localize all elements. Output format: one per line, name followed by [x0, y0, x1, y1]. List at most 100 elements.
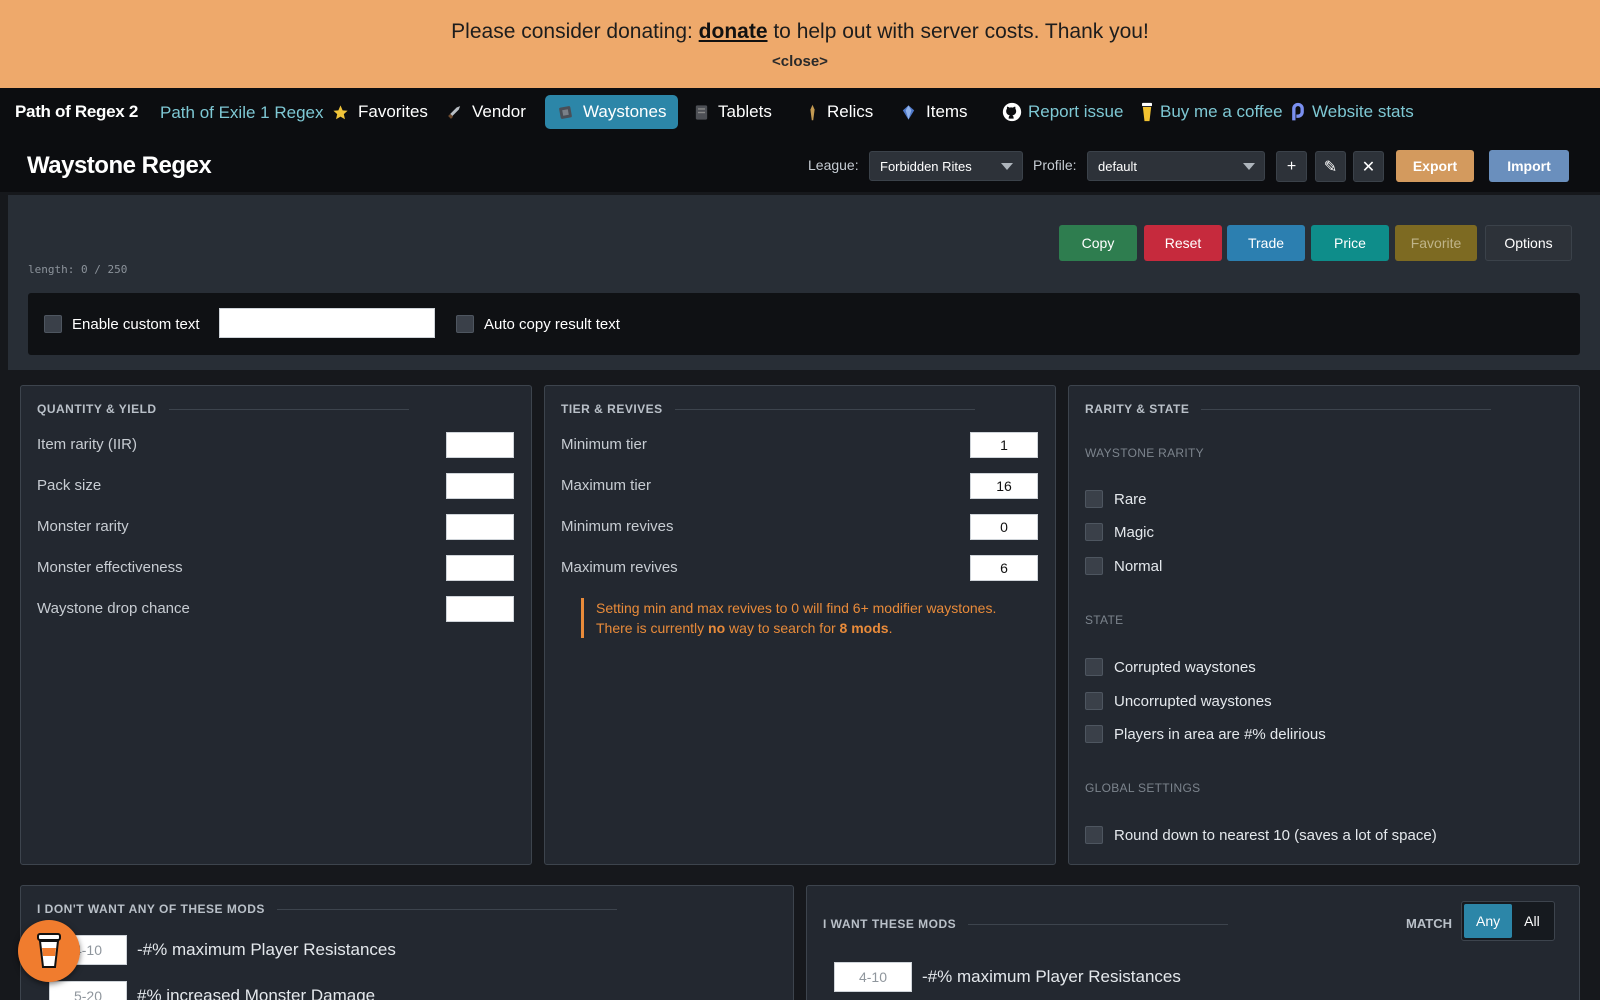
- auto-copy-checkbox[interactable]: [456, 315, 474, 333]
- edit-profile-button[interactable]: ✎: [1315, 151, 1346, 182]
- maximum-revives-input[interactable]: 6: [970, 555, 1038, 581]
- uncorrupted-checkbox[interactable]: [1085, 692, 1103, 710]
- report-issue-link[interactable]: Report issue: [1002, 102, 1123, 122]
- rarity-option-magic[interactable]: Magic: [1085, 523, 1154, 541]
- minimum-tier-input[interactable]: 1: [970, 432, 1038, 458]
- rarity-state-heading: RARITY & STATE: [1085, 402, 1190, 416]
- buy-coffee-link[interactable]: Buy me a coffee: [1140, 102, 1283, 122]
- enable-custom-text-option[interactable]: Enable custom text: [44, 315, 200, 333]
- monster-effectiveness-label: Monster effectiveness: [37, 559, 183, 576]
- close-banner-link[interactable]: <close>: [0, 53, 1600, 70]
- poe1-regex-link[interactable]: Path of Exile 1 Regex: [160, 103, 323, 123]
- waystone-drop-chance-label: Waystone drop chance: [37, 600, 190, 617]
- profile-label: Profile:: [1033, 157, 1077, 173]
- title-divider: [168, 408, 409, 410]
- favorite-button[interactable]: Favorite: [1395, 225, 1477, 261]
- rarity-option-normal[interactable]: Normal: [1085, 557, 1162, 575]
- buy-coffee-floating-button[interactable]: [18, 920, 80, 982]
- league-value: Forbidden Rites: [880, 159, 972, 174]
- price-button[interactable]: Price: [1311, 225, 1389, 261]
- stats-icon: [1292, 102, 1304, 121]
- trade-button[interactable]: Trade: [1227, 225, 1305, 261]
- unwanted-mods-heading: I DON'T WANT ANY OF THESE MODS: [37, 902, 265, 916]
- regex-length-counter: length: 0 / 250: [28, 263, 128, 276]
- add-profile-button[interactable]: +: [1276, 151, 1307, 182]
- league-label: League:: [808, 157, 859, 173]
- profile-value: default: [1098, 159, 1138, 174]
- unwanted-mod-row[interactable]: 4-10 -#% maximum Player Resistances: [49, 935, 396, 965]
- monster-rarity-input[interactable]: [446, 514, 514, 540]
- profile-select[interactable]: default: [1087, 151, 1265, 181]
- rare-checkbox[interactable]: [1085, 490, 1103, 508]
- custom-text-input[interactable]: [219, 308, 435, 338]
- wanted-mods-title: I WANT THESE MODS: [823, 917, 1229, 931]
- item-rarity-label: Item rarity (IIR): [37, 436, 137, 453]
- round-down-checkbox[interactable]: [1085, 826, 1103, 844]
- unwanted-mods-title: I DON'T WANT ANY OF THESE MODS: [37, 902, 617, 916]
- github-icon: [1002, 102, 1022, 122]
- corrupted-checkbox[interactable]: [1085, 658, 1103, 676]
- nav-relics[interactable]: Relics: [795, 95, 885, 129]
- state-option-corrupted[interactable]: Corrupted waystones: [1085, 658, 1256, 676]
- unwanted-mod-row[interactable]: 5-20 #% increased Monster Damage: [49, 981, 375, 1000]
- mod-text: -#% maximum Player Resistances: [137, 940, 396, 959]
- item-rarity-input[interactable]: [446, 432, 514, 458]
- waystone-drop-chance-input[interactable]: [446, 596, 514, 622]
- note-mods: 8 mods: [839, 620, 889, 636]
- donation-suffix: to help out with server costs. Thank you…: [767, 20, 1149, 43]
- minimum-revives-input[interactable]: 0: [970, 514, 1038, 540]
- coffee-cup-icon: [37, 933, 61, 968]
- magic-label: Magic: [1114, 523, 1155, 541]
- quantity-yield-heading: QUANTITY & YIELD: [37, 402, 157, 416]
- match-any-button[interactable]: Any: [1464, 904, 1513, 938]
- delirious-checkbox[interactable]: [1085, 725, 1103, 743]
- nav-vendor[interactable]: Vendor: [434, 95, 538, 129]
- state-option-delirious[interactable]: Players in area are #% delirious: [1085, 725, 1326, 743]
- note-no: no: [708, 620, 726, 636]
- nav-waystones[interactable]: Waystones: [545, 95, 679, 129]
- auto-copy-label: Auto copy result text: [484, 315, 620, 333]
- round-down-label: Round down to nearest 10 (saves a lot of…: [1114, 826, 1437, 844]
- match-all-button[interactable]: All: [1512, 904, 1552, 938]
- nav-tablets-label: Tablets: [718, 102, 772, 121]
- website-stats-link[interactable]: Website stats: [1290, 102, 1414, 122]
- enable-custom-text-checkbox[interactable]: [44, 315, 62, 333]
- note-text-c: .: [888, 620, 893, 636]
- delete-profile-button[interactable]: ✕: [1353, 151, 1384, 182]
- maximum-tier-label: Maximum tier: [561, 477, 652, 494]
- auto-copy-option[interactable]: Auto copy result text: [456, 315, 620, 333]
- revives-warning-note: Setting min and max revives to 0 will fi…: [581, 598, 1011, 638]
- pack-size-input[interactable]: [446, 473, 514, 499]
- enable-custom-text-label: Enable custom text: [72, 315, 200, 333]
- nav-favorites[interactable]: Favorites: [320, 95, 440, 129]
- rarity-state-title: RARITY & STATE: [1085, 402, 1492, 416]
- nav-tablets[interactable]: Tablets: [682, 95, 784, 129]
- rarity-option-rare[interactable]: Rare: [1085, 490, 1147, 508]
- wanted-mod-row[interactable]: 4-10 -#% maximum Player Resistances: [834, 962, 1181, 992]
- gem-icon: [902, 104, 915, 120]
- delirious-label: Players in area are #% delirious: [1114, 725, 1326, 743]
- normal-checkbox[interactable]: [1085, 557, 1103, 575]
- import-button[interactable]: Import: [1489, 150, 1569, 182]
- mod-range-input[interactable]: 4-10: [834, 962, 912, 992]
- reset-button[interactable]: Reset: [1144, 225, 1222, 261]
- global-settings-label: GLOBAL SETTINGS: [1085, 781, 1201, 795]
- export-button[interactable]: Export: [1396, 150, 1474, 182]
- tier-revives-title: TIER & REVIVES: [561, 402, 975, 416]
- magic-checkbox[interactable]: [1085, 523, 1103, 541]
- round-down-option[interactable]: Round down to nearest 10 (saves a lot of…: [1085, 826, 1437, 844]
- brand-logo[interactable]: Path of Regex 2: [15, 102, 138, 122]
- state-option-uncorrupted[interactable]: Uncorrupted waystones: [1085, 692, 1272, 710]
- mod-range-input[interactable]: 5-20: [49, 981, 127, 1000]
- pack-size-label: Pack size: [37, 477, 102, 494]
- nav-items[interactable]: Items: [888, 95, 980, 129]
- options-button[interactable]: Options: [1485, 225, 1572, 261]
- monster-effectiveness-input[interactable]: [446, 555, 514, 581]
- maximum-tier-input[interactable]: 16: [970, 473, 1038, 499]
- copy-button[interactable]: Copy: [1059, 225, 1137, 261]
- league-select[interactable]: Forbidden Rites: [869, 151, 1023, 181]
- revives-note-line1: Setting min and max revives to 0 will fi…: [596, 600, 997, 616]
- donate-link[interactable]: donate: [699, 20, 768, 43]
- top-nav: Path of Regex 2 Path of Exile 1 Regex Fa…: [0, 88, 1600, 140]
- page-title: Waystone Regex: [27, 152, 212, 179]
